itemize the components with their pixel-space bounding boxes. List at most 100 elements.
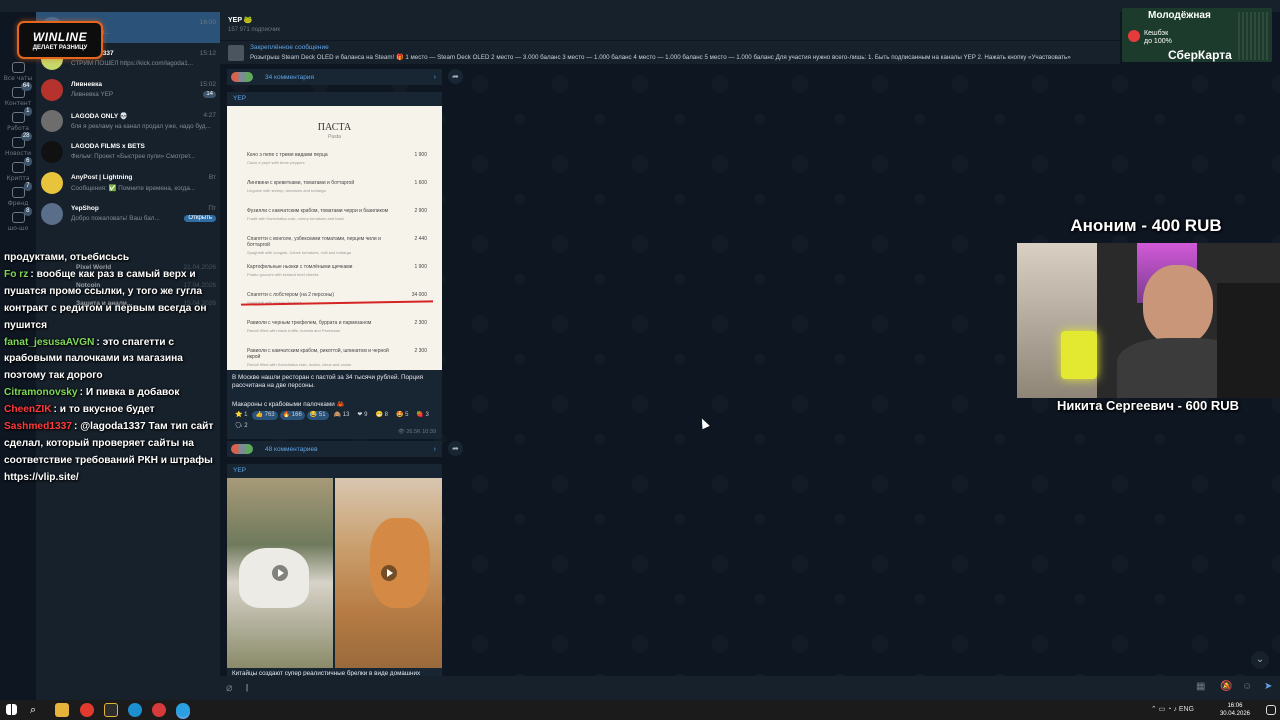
clock-date: 30.04.2026 (1219, 711, 1250, 717)
menu-item: Лингвини с креветками, томатами и боттар… (247, 180, 427, 193)
channel-header[interactable]: YEP 🐸 157 971 подписчик (220, 12, 1120, 40)
play-icon[interactable] (380, 565, 397, 581)
menu-item-price: 2 300 (414, 320, 427, 326)
webcam-feed (1017, 243, 1280, 398)
menu-item-name: Фузилли с камчатским крабом, томатами че… (247, 208, 389, 214)
obs-icon[interactable] (152, 703, 166, 717)
menu-item: Равиоли с камчатским крабом, рикоттой, ш… (247, 348, 427, 367)
folder-icon: 7 (11, 182, 32, 198)
menu-item-price: 1 900 (414, 264, 427, 270)
scroll-down-icon[interactable]: ⌄ (1251, 651, 1269, 669)
folder-badge: 6 (24, 157, 32, 166)
winline-brand: WINLINE (32, 29, 88, 44)
send-icon[interactable]: ➤ (1264, 681, 1272, 692)
burger-logo-icon (1128, 30, 1140, 42)
post-time: 10:39 (422, 429, 436, 435)
telegram-icon[interactable] (176, 703, 190, 717)
reaction-chip[interactable]: 👍 763 (252, 411, 278, 420)
stream-chat-message: Sashmed1337: @lagoda1337 Там тип сайт сд… (4, 419, 218, 487)
menu-item-translation: Fusilli with Kamchatka crab, cherry toma… (247, 216, 344, 221)
comments-bar[interactable]: 34 комментария › (227, 69, 442, 85)
menu-item: Качо э пепе с тремя видами перца 1 900 Cac… (247, 152, 427, 165)
reaction-chip[interactable]: ⭐ 1 (232, 411, 250, 420)
emoji-icon[interactable]: ☺ (1242, 681, 1252, 692)
chat-avatar (41, 140, 63, 163)
app-icon[interactable] (128, 703, 142, 717)
chat-avatar (41, 202, 63, 225)
unread-badge: 14 (203, 91, 216, 98)
chat-list-item[interactable]: YepShop Пт Добро пожаловать! Ваш бал... Отк… (36, 198, 220, 229)
menu-item-name: Спагетти с вонголе, узбекскими томатами,… (247, 236, 381, 248)
chat-name: YepShop (71, 205, 99, 212)
chat-name: Ливневка (71, 81, 102, 88)
donation-top: Аноним - 400 RUB (1070, 216, 1222, 235)
play-icon[interactable] (272, 565, 288, 581)
commenter-avatars (231, 444, 253, 454)
folder-6[interactable]: 8 шо-шо (0, 202, 36, 232)
reaction-chip[interactable]: 😁 8 (372, 411, 390, 420)
reaction-chip[interactable]: 🤩 5 (393, 411, 411, 420)
folder-icon (11, 62, 25, 73)
stream-chat-user: Citramonovsky (4, 387, 78, 399)
menu-item-translation: Potato gnocchi with braised beef cheeks (247, 272, 319, 277)
neon-lamp (1061, 331, 1097, 379)
stream-chat-user: fanat_jesusaAVGN (4, 336, 95, 348)
video-thumbnail[interactable] (227, 478, 333, 668)
chat-avatar (41, 109, 63, 132)
reaction-chip[interactable]: 🗣 2 (232, 422, 251, 431)
channel-title: YEP 🐸 (228, 17, 253, 24)
streamer-face (1143, 265, 1213, 345)
folder-badge: 7 (24, 182, 32, 191)
post-caption-2: Макароны с крабовыми палочками 🦀 (232, 401, 345, 408)
window-top-strip (0, 0, 1280, 12)
menu-photo[interactable]: ПАСТА Pasta Качо э пепе с тремя видами п… (227, 106, 442, 370)
comments-count: 48 комментариев (265, 445, 318, 453)
chat-list-item[interactable]: AnyPost | Lightning Вт Сообщения: ✅ Помнит… (36, 167, 220, 198)
chat-list-item[interactable]: Ливневка 15:02 Ливневка YEP 14 (36, 74, 220, 105)
pinned-title: Закреплённое сообщение (250, 44, 329, 51)
message-input-bar[interactable]: ⌀ | ▦ 🔕 ☺ ➤ (220, 676, 1280, 700)
reaction-chip[interactable]: 🔥 166 (279, 411, 305, 420)
chat-name: AnyPost | Lightning (71, 173, 133, 181)
reactions-row: ⭐ 1 👍 763 🔥 166 😂 51 🙈 13 ❤ 9 😁 8 🤩 5 🍓 3 🗣 2 (232, 411, 437, 431)
chat-list-item[interactable]: LAGODA FILMS x BETS Фильм: Проект «Быстре… (36, 136, 220, 167)
stream-chat-user: Fo rz (4, 268, 29, 280)
share-icon[interactable]: ➦ (448, 69, 463, 84)
reaction-chip[interactable]: 😂 51 (306, 411, 329, 420)
clock[interactable]: 16:06 30.04.2026 (1220, 702, 1250, 718)
menu-item-name: Спагетти с лобстером (на 2 персоны) (247, 292, 334, 298)
notification-icon[interactable] (1266, 705, 1276, 715)
comments-bar[interactable]: 48 комментариев › (227, 441, 442, 457)
chat-list-item[interactable]: LAGODA ONLY 💀 4:27 бля я рекламу на канал … (36, 105, 220, 136)
room-dark (1217, 283, 1280, 398)
post-caption: В Москве нашли ресторан с пастой за 34 т… (232, 374, 424, 389)
yandex-browser-icon[interactable] (80, 703, 94, 717)
post-meta: 👁 26.5K 10:39 (398, 429, 436, 435)
open-button[interactable]: Открыть (184, 215, 216, 222)
chat-preview: Добро пожаловать! Ваш бал... (71, 215, 160, 222)
text-cursor[interactable]: | (246, 683, 248, 692)
video-thumbnail[interactable] (335, 478, 442, 668)
language-indicator[interactable]: ENG (1179, 706, 1194, 713)
menu-item-price: 2 440 (414, 236, 427, 242)
attach-icon[interactable]: ⌀ (226, 681, 233, 694)
chevron-right-icon: › (433, 73, 436, 81)
app-icon[interactable] (104, 703, 118, 717)
reaction-chip[interactable]: 🙈 13 (331, 411, 353, 420)
pinned-message-bar[interactable]: Закреплённое сообщение Розыгрыш Steam De… (220, 40, 1120, 64)
share-icon[interactable]: ➦ (448, 441, 463, 456)
search-icon[interactable]: ⌕ (30, 703, 44, 717)
windows-start-icon[interactable] (6, 704, 17, 715)
menu-item-translation: Ravioli filled with Kamchatka crab, rico… (247, 362, 352, 367)
chat-time: 4:27 (203, 111, 216, 119)
stream-chat-user: CheenZIK (4, 404, 52, 416)
file-explorer-icon[interactable] (55, 703, 69, 717)
mute-icon[interactable]: 🔕 (1220, 681, 1232, 692)
reaction-chip[interactable]: ❤ 9 (354, 411, 370, 420)
tray-icons[interactable]: ⌃ ▭ ◔ ♪ ENG (1151, 705, 1194, 713)
calendar-icon[interactable]: ▦ (1196, 681, 1205, 692)
eye-icon: 👁 (397, 429, 405, 435)
menu-item-name: Равиоли с черным трюфелем, буррата и пар… (247, 320, 372, 326)
folder-badge: 28 (20, 132, 32, 141)
reaction-chip[interactable]: 🍓 3 (413, 411, 431, 420)
